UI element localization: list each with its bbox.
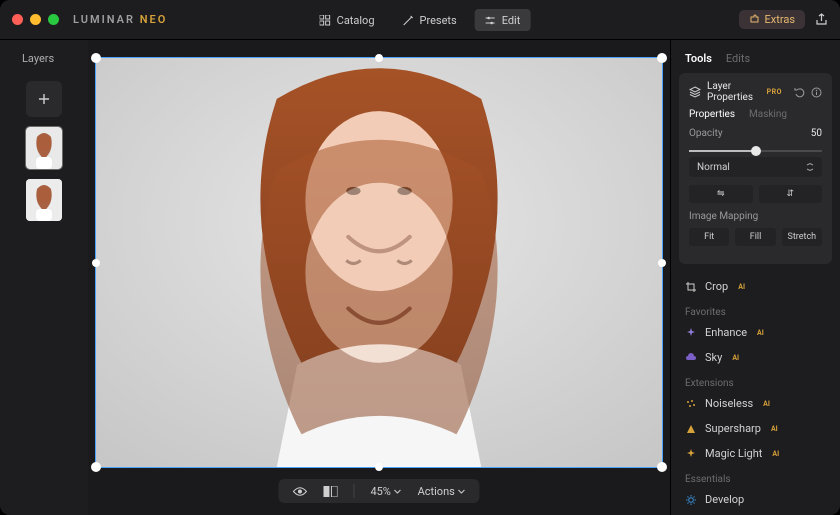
layers-panel: Layers — [0, 40, 88, 515]
tool-noiseless[interactable]: NoiselessAI — [671, 391, 840, 416]
opacity-label: Opacity — [689, 128, 723, 139]
layers-header: Layers — [0, 52, 54, 65]
group-essentials: Essentials — [671, 466, 840, 487]
tab-edits[interactable]: Edits — [726, 52, 750, 65]
transform-handle-r[interactable] — [658, 259, 666, 267]
group-extensions: Extensions — [671, 370, 840, 391]
tool-develop[interactable]: Develop — [671, 487, 840, 512]
actions-dropdown[interactable]: Actions — [418, 485, 466, 498]
zoom-dropdown[interactable]: 45% — [370, 485, 401, 498]
toolbar-separator — [353, 484, 354, 498]
image-mapping-label: Image Mapping — [689, 211, 822, 222]
sun-icon — [685, 494, 697, 506]
flip-horizontal-button[interactable]: ⇋ — [689, 185, 753, 203]
app-body: Layers — [0, 40, 840, 515]
share-icon[interactable] — [815, 13, 828, 26]
canvas-toolbar: 45% Actions — [278, 479, 479, 503]
blend-mode-select[interactable]: Normal — [689, 157, 822, 177]
map-fit-button[interactable]: Fit — [689, 228, 729, 246]
layer-thumb-2[interactable] — [26, 179, 62, 221]
right-panel-tabs: Tools Edits — [671, 40, 840, 73]
noise-icon — [685, 398, 697, 410]
triangle-icon — [685, 423, 697, 435]
blend-mode-value: Normal — [697, 162, 730, 173]
tool-supersharp[interactable]: SupersharpAI — [671, 416, 840, 441]
subtab-properties[interactable]: Properties — [689, 109, 735, 120]
edit-tab[interactable]: Edit — [475, 9, 531, 31]
compare-icon[interactable] — [323, 486, 337, 497]
layer-thumb-1[interactable] — [26, 127, 62, 169]
presets-label: Presets — [420, 14, 457, 27]
minimize-window-button[interactable] — [30, 14, 41, 25]
grid-icon — [320, 15, 331, 26]
canvas-image — [96, 58, 662, 467]
layers-icon — [689, 86, 701, 98]
undo-icon[interactable] — [794, 87, 805, 98]
extras-label: Extras — [765, 13, 795, 26]
map-fill-button[interactable]: Fill — [735, 228, 775, 246]
transform-handle-br[interactable] — [657, 462, 667, 472]
sparkle-icon — [685, 327, 697, 339]
crop-icon — [685, 281, 697, 293]
tool-enhance[interactable]: EnhanceAI — [671, 320, 840, 345]
sliders-icon — [485, 15, 496, 26]
canvas-area: 45% Actions — [88, 40, 670, 515]
maximize-window-button[interactable] — [48, 14, 59, 25]
transform-handle-tl[interactable] — [91, 53, 101, 63]
star-icon — [685, 448, 697, 460]
top-mode-switch: Catalog Presets Edit — [310, 0, 531, 40]
tool-magic-light[interactable]: Magic LightAI — [671, 441, 840, 466]
presets-tab[interactable]: Presets — [393, 9, 467, 31]
wand-icon — [403, 15, 414, 26]
window-controls — [12, 14, 59, 25]
map-stretch-button[interactable]: Stretch — [782, 228, 822, 246]
logo-text-2: NEO — [135, 13, 167, 26]
transform-handle-bl[interactable] — [91, 462, 101, 472]
title-bar-right: Extras — [739, 10, 828, 29]
catalog-label: Catalog — [337, 14, 375, 27]
puzzle-icon — [749, 14, 760, 25]
catalog-tab[interactable]: Catalog — [310, 9, 385, 31]
add-layer-button[interactable] — [26, 81, 62, 117]
transform-handle-l[interactable] — [92, 259, 100, 267]
tool-crop[interactable]: CropAI — [671, 274, 840, 299]
pro-badge: PRO — [767, 88, 782, 96]
opacity-value: 50 — [811, 128, 822, 139]
opacity-slider[interactable] — [689, 145, 822, 157]
logo-text-1: LUMINAR — [73, 13, 135, 26]
transform-handle-t[interactable] — [375, 54, 383, 62]
close-window-button[interactable] — [12, 14, 23, 25]
extras-button[interactable]: Extras — [739, 10, 805, 29]
layer-properties-panel: Layer Properties PRO Properties Masking … — [679, 73, 832, 264]
transform-handle-tr[interactable] — [657, 53, 667, 63]
canvas[interactable] — [96, 58, 662, 467]
cloud-icon — [685, 352, 697, 364]
layer-properties-title: Layer Properties — [707, 81, 761, 103]
app-window: LUMINAR NEO Catalog Presets Edit — [0, 0, 840, 515]
title-bar: LUMINAR NEO Catalog Presets Edit — [0, 0, 840, 40]
tab-tools[interactable]: Tools — [685, 52, 712, 65]
app-logo: LUMINAR NEO — [73, 13, 167, 26]
flip-vertical-button[interactable]: ⇵ — [759, 185, 823, 203]
subtab-masking[interactable]: Masking — [749, 109, 787, 120]
info-icon[interactable] — [811, 87, 822, 98]
group-favorites: Favorites — [671, 299, 840, 320]
transform-handle-b[interactable] — [375, 463, 383, 471]
right-panel: Tools Edits Layer Properties PRO — [670, 40, 840, 515]
edit-label: Edit — [502, 14, 521, 27]
tool-sky[interactable]: SkyAI — [671, 345, 840, 370]
eye-icon[interactable] — [292, 486, 307, 497]
